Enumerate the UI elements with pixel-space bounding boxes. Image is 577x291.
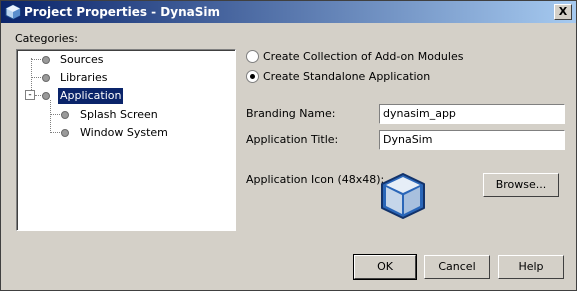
title-bar[interactable]: Project Properties - DynaSim X xyxy=(1,1,576,23)
node-icon xyxy=(42,92,50,100)
node-icon xyxy=(61,129,69,137)
categories-label: Categories: xyxy=(15,32,78,45)
branding-name-label: Branding Name: xyxy=(246,107,336,120)
netbeans-cube-icon xyxy=(5,4,21,20)
node-icon xyxy=(61,111,69,119)
application-icon-label: Application Icon (48x48): xyxy=(246,173,385,186)
browse-button[interactable]: Browse... xyxy=(483,173,559,197)
categories-tree[interactable]: - Sources Libraries Application Splash S… xyxy=(16,49,236,231)
application-title-input[interactable]: DynaSim xyxy=(379,130,565,150)
window-title: Project Properties - DynaSim xyxy=(24,5,220,19)
collapse-expander-icon[interactable]: - xyxy=(25,90,35,100)
collection-radio-label[interactable]: Create Collection of Add-on Modules xyxy=(263,50,463,63)
project-properties-dialog: Project Properties - DynaSim X Categorie… xyxy=(0,0,577,291)
tree-line xyxy=(50,100,51,133)
collection-radio[interactable] xyxy=(246,50,259,63)
node-icon xyxy=(42,74,50,82)
tree-item-application[interactable]: Application xyxy=(58,88,124,104)
application-cube-icon xyxy=(381,173,425,219)
standalone-radio-label[interactable]: Create Standalone Application xyxy=(263,70,430,83)
application-title-label: Application Title: xyxy=(246,133,339,146)
tree-item-sources[interactable]: Sources xyxy=(60,52,104,68)
help-button[interactable]: Help xyxy=(498,255,564,279)
tree-item-splash-screen[interactable]: Splash Screen xyxy=(80,107,158,123)
radio-selected-dot xyxy=(250,74,255,79)
node-icon xyxy=(42,56,50,64)
standalone-radio[interactable] xyxy=(246,70,259,83)
ok-button[interactable]: OK xyxy=(353,254,417,280)
close-button[interactable]: X xyxy=(554,4,572,20)
cancel-button[interactable]: Cancel xyxy=(424,255,490,279)
tree-item-window-system[interactable]: Window System xyxy=(80,125,168,141)
tree-item-libraries[interactable]: Libraries xyxy=(60,70,108,86)
branding-name-input[interactable]: dynasim_app xyxy=(379,104,565,124)
